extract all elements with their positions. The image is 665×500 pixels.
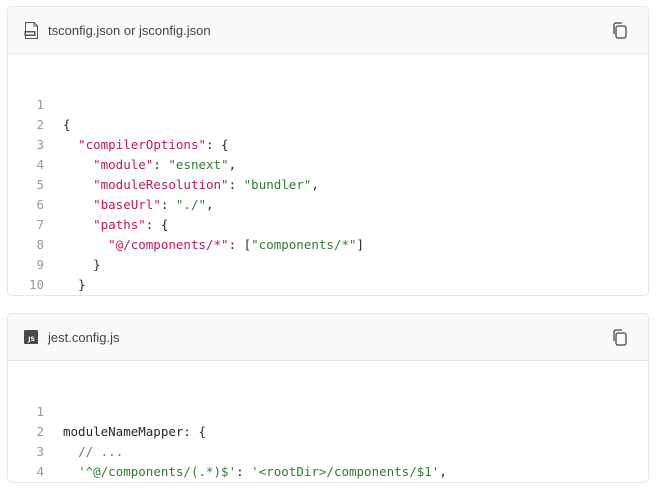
code-line: 1 { (8, 75, 648, 132)
code-line: 3 "module": "esnext", (8, 115, 648, 172)
copy-icon[interactable] (611, 328, 629, 348)
code-line: 8 } (8, 215, 648, 272)
line-number: 10 (28, 277, 44, 292)
js-file-icon: JS (24, 330, 38, 344)
code-block-header: tsconfig.json or jsconfig.json (8, 7, 648, 54)
code-line: 3 '^@/components/(.*)$': '<rootDir>/comp… (8, 422, 648, 479)
js-string: '<rootDir>/components/$1' (251, 464, 440, 479)
code-block-header: JS jest.config.js (8, 314, 648, 361)
code-line: 4 "moduleResolution": "bundler", (8, 135, 648, 192)
code-listing: 1 moduleNameMapper: { 2 // ... 3 '^@/com… (8, 382, 648, 479)
code-text: } (78, 277, 86, 292)
copy-icon[interactable] (611, 21, 629, 41)
code-line: 4 } (8, 442, 648, 479)
code-line: 7 "@/components/*": ["components/*"] (8, 195, 648, 252)
line-number: 4 (36, 464, 44, 479)
code-line: 5 "baseUrl": "./", (8, 155, 648, 212)
code-block-jest-config: JS jest.config.js 1 moduleNameMapper: { … (7, 313, 649, 483)
code-listing: 1 { 2 "compilerOptions": { 3 "module": "… (8, 75, 648, 292)
json-file-icon (24, 22, 38, 39)
code-text: , (439, 464, 447, 479)
js-badge-text: JS (27, 336, 35, 343)
code-line: 10 } (8, 255, 648, 292)
js-string: '^@/components/(.*)$' (78, 464, 237, 479)
code-line: 6 "paths": { (8, 175, 648, 232)
code-line: 1 moduleNameMapper: { (8, 382, 648, 439)
file-name: jest.config.js (48, 330, 120, 345)
code-block-tsconfig: tsconfig.json or jsconfig.json 1 { 2 "co… (7, 6, 649, 296)
file-name: tsconfig.json or jsconfig.json (48, 23, 211, 38)
code-text: : (236, 464, 252, 479)
code-line: 2 // ... (8, 402, 648, 459)
code-line: 2 "compilerOptions": { (8, 95, 648, 152)
code-line: 9 } (8, 235, 648, 292)
